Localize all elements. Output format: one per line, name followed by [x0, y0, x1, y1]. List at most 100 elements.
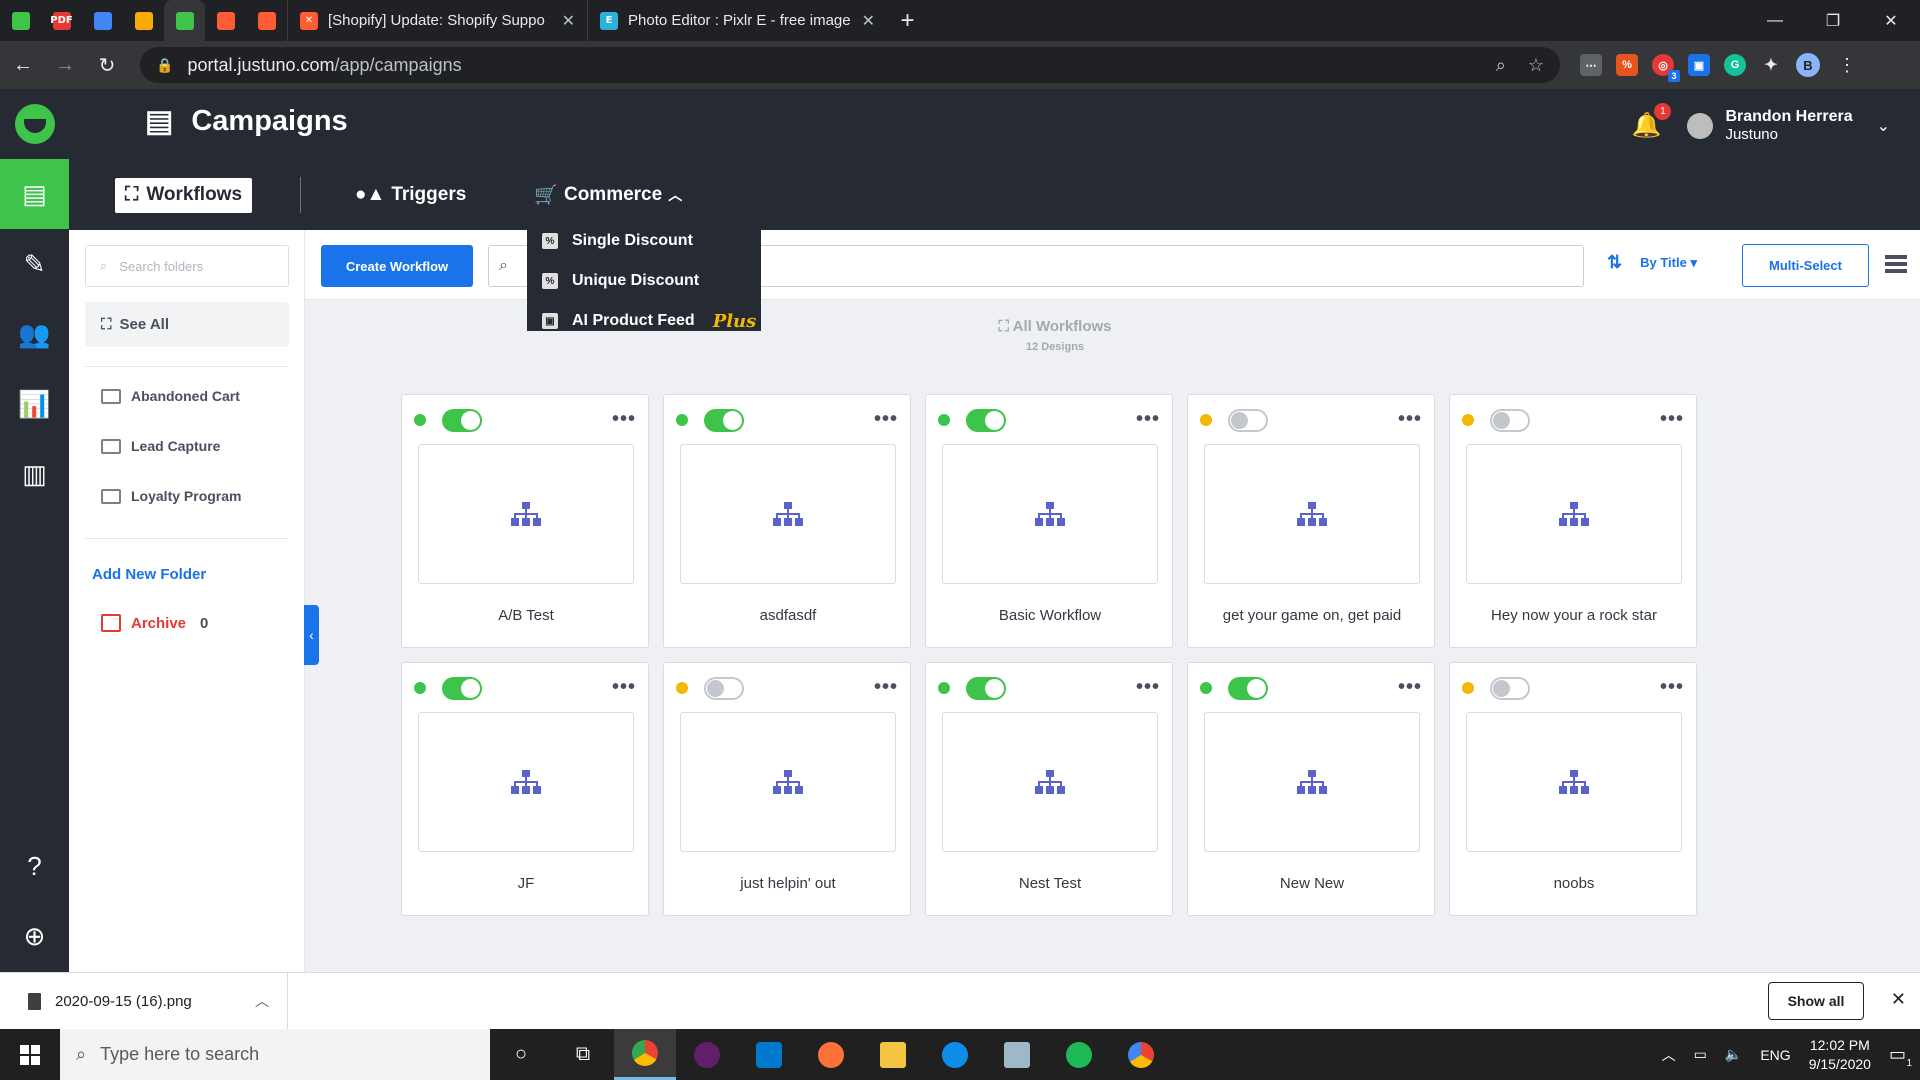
design-nav-icon[interactable]: ✎	[0, 229, 69, 299]
more-menu-icon[interactable]: ⋮	[1838, 55, 1856, 76]
bookmark-star-icon[interactable]: ☆	[1528, 55, 1544, 76]
workflow-thumbnail[interactable]	[680, 712, 896, 852]
browser-tab[interactable]: E Photo Editor : Pixlr E - free image ✕	[587, 0, 887, 41]
workflow-card[interactable]: ••• just helpin' out	[663, 662, 911, 916]
workflow-card[interactable]: ••• A/B Test	[401, 394, 649, 648]
slack-icon[interactable]	[676, 1029, 738, 1080]
workflow-thumbnail[interactable]	[680, 444, 896, 584]
more-options-icon[interactable]: •••	[874, 676, 898, 699]
avatar[interactable]	[1687, 112, 1714, 139]
archive-folder[interactable]: Archive 0	[101, 614, 208, 632]
workflow-thumbnail[interactable]	[1466, 444, 1682, 584]
puzzle-icon[interactable]: ✦	[1760, 54, 1782, 76]
close-window-icon[interactable]: ✕	[1862, 0, 1920, 41]
chrome-icon[interactable]	[614, 1029, 676, 1080]
workflow-toggle[interactable]	[442, 409, 482, 432]
menu-item-ai-product-feed[interactable]: ▣ AI Product Feed Plus	[527, 301, 761, 341]
workflow-card[interactable]: ••• Hey now your a rock star	[1449, 394, 1697, 648]
audience-nav-icon[interactable]: 👥	[0, 299, 69, 369]
multi-select-button[interactable]: Multi-Select	[1742, 244, 1869, 287]
firefox-icon[interactable]	[800, 1029, 862, 1080]
extension-icon[interactable]: ◎ 3	[1652, 54, 1680, 82]
pinned-tab[interactable]	[82, 0, 123, 41]
extension-icon[interactable]: %	[1616, 54, 1638, 76]
workflow-thumbnail[interactable]	[418, 444, 634, 584]
more-options-icon[interactable]: •••	[1136, 676, 1160, 699]
pinned-tab[interactable]	[205, 0, 246, 41]
reload-icon[interactable]: ↻	[88, 46, 126, 84]
browser-tab[interactable]: ✕ [Shopify] Update: Shopify Suppo ✕	[287, 0, 587, 41]
chrome-canary-icon[interactable]	[1110, 1029, 1172, 1080]
folder-item[interactable]: Loyalty Program	[101, 488, 241, 504]
taskbar-search-input[interactable]: ⌕ Type here to search	[60, 1029, 490, 1080]
language-indicator[interactable]: ENG	[1760, 1047, 1790, 1063]
menu-item-unique-discount[interactable]: % Unique Discount	[527, 261, 761, 301]
address-bar[interactable]: 🔒 portal.justuno.com /app/campaigns ⌕ ☆	[140, 47, 1560, 83]
workflow-thumbnail[interactable]	[418, 712, 634, 852]
workflow-toggle[interactable]	[1490, 409, 1530, 432]
workflow-toggle[interactable]	[704, 677, 744, 700]
profile-avatar[interactable]: B	[1796, 53, 1820, 77]
tab-triggers[interactable]: ●▲ Triggers	[355, 184, 466, 206]
workflow-card[interactable]: ••• Nest Test	[925, 662, 1173, 916]
library-nav-icon[interactable]: ▥	[0, 439, 69, 509]
workflow-thumbnail[interactable]	[942, 712, 1158, 852]
bell-icon[interactable]: 🔔 1	[1632, 103, 1672, 140]
restore-icon[interactable]: ❐	[1804, 0, 1862, 41]
pinned-tab[interactable]: PDF	[41, 0, 82, 41]
minimize-icon[interactable]: —	[1746, 0, 1804, 41]
campaigns-nav-icon[interactable]: ▤	[0, 159, 69, 229]
volume-icon[interactable]: 🔈	[1725, 1046, 1742, 1063]
spotify-icon[interactable]	[1048, 1029, 1110, 1080]
workflow-card[interactable]: ••• JF	[401, 662, 649, 916]
close-tab-icon[interactable]: ✕	[862, 11, 875, 31]
more-options-icon[interactable]: •••	[1398, 676, 1422, 699]
folder-item[interactable]: Abandoned Cart	[101, 388, 240, 404]
start-button[interactable]	[0, 1029, 60, 1080]
chevron-up-icon[interactable]: ︿	[255, 991, 269, 1011]
lock-icon[interactable]: 🔒	[156, 57, 173, 74]
folder-search-input[interactable]: ⌕ Search folders	[85, 245, 289, 287]
task-view-icon[interactable]: ⧉	[552, 1029, 614, 1080]
logo[interactable]	[0, 89, 69, 159]
analytics-nav-icon[interactable]: 📊	[0, 369, 69, 439]
workflow-thumbnail[interactable]	[1204, 712, 1420, 852]
more-options-icon[interactable]: •••	[612, 676, 636, 699]
workflow-toggle[interactable]	[966, 409, 1006, 432]
clock[interactable]: 12:02 PM 9/15/2020	[1809, 1036, 1871, 1074]
workflow-toggle[interactable]	[1228, 409, 1268, 432]
folder-item[interactable]: Lead Capture	[101, 438, 220, 454]
workflow-thumbnail[interactable]	[942, 444, 1158, 584]
more-options-icon[interactable]: •••	[1660, 408, 1684, 431]
create-workflow-button[interactable]: Create Workflow	[321, 245, 473, 287]
pinned-tab[interactable]	[246, 0, 287, 41]
workflow-card[interactable]: ••• Basic Workflow	[925, 394, 1173, 648]
tab-commerce[interactable]: 🛒 Commerce ︿	[534, 183, 682, 207]
workflow-toggle[interactable]	[1228, 677, 1268, 700]
download-item[interactable]: 2020-09-15 (16).png ︿	[0, 972, 288, 1030]
close-icon[interactable]: ✕	[1891, 989, 1906, 1010]
workflow-card[interactable]: ••• New New	[1187, 662, 1435, 916]
cortana-icon[interactable]: ○	[490, 1029, 552, 1080]
edge-icon[interactable]	[924, 1029, 986, 1080]
workflow-toggle[interactable]	[1490, 677, 1530, 700]
sort-icon[interactable]: ⇅	[1607, 252, 1622, 273]
workflow-card[interactable]: ••• asdfasdf	[663, 394, 911, 648]
more-options-icon[interactable]: •••	[612, 408, 636, 431]
app-icon[interactable]	[986, 1029, 1048, 1080]
more-options-icon[interactable]: •••	[1660, 676, 1684, 699]
more-options-icon[interactable]: •••	[1136, 408, 1160, 431]
chevron-up-icon[interactable]: ︿	[1662, 1045, 1676, 1065]
sort-dropdown[interactable]: By Title ▾	[1640, 255, 1697, 271]
tab-workflows[interactable]: ⛶ Workflows	[115, 177, 253, 213]
pinned-tab[interactable]	[0, 0, 41, 41]
workflow-toggle[interactable]	[704, 409, 744, 432]
close-tab-icon[interactable]: ✕	[562, 11, 575, 31]
new-tab-button[interactable]: +	[887, 0, 928, 41]
workflow-thumbnail[interactable]	[1466, 712, 1682, 852]
more-options-icon[interactable]: •••	[874, 408, 898, 431]
pinned-tab[interactable]	[123, 0, 164, 41]
pinned-tab[interactable]	[164, 0, 205, 41]
workflow-thumbnail[interactable]	[1204, 444, 1420, 584]
workflow-card[interactable]: ••• noobs	[1449, 662, 1697, 916]
